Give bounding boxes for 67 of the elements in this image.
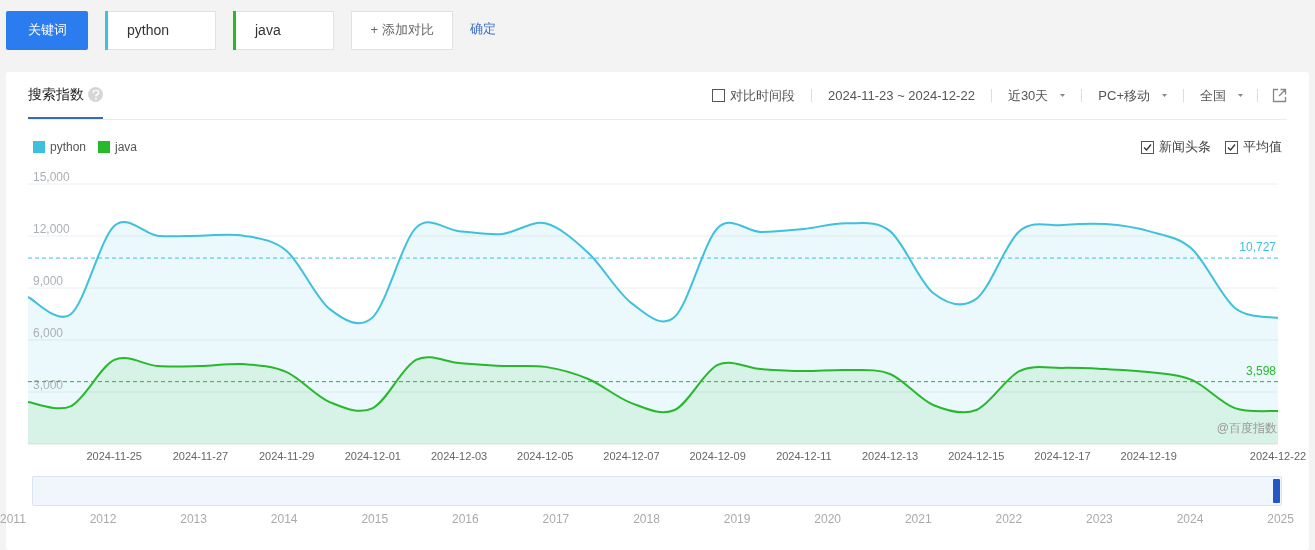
legend-label[interactable]: python — [50, 138, 87, 156]
confirm-link[interactable]: 确定 — [470, 18, 496, 39]
y-axis-label: 3,000 — [33, 378, 64, 392]
legend-label[interactable]: java — [115, 138, 138, 156]
keyword-text: python — [127, 20, 170, 40]
year-label: 2022 — [995, 511, 1023, 528]
option-checkbox[interactable] — [1141, 140, 1154, 154]
keyword-text: java — [255, 20, 281, 40]
x-axis-label: 2024-12-19 — [1120, 450, 1177, 462]
external-link-icon[interactable] — [1272, 88, 1287, 103]
x-axis-label: 2024-12-15 — [948, 450, 1005, 462]
year-label: 2012 — [89, 511, 117, 528]
average-value: 10,727 — [1239, 240, 1276, 255]
compare-checkbox[interactable] — [712, 89, 725, 102]
caret-icon — [1060, 94, 1066, 97]
y-axis-label: 6,000 — [33, 326, 64, 340]
year-label: 2024 — [1176, 511, 1204, 528]
year-label: 2020 — [814, 511, 841, 528]
date-range[interactable]: 2024-11-23 ~ 2024-12-22 — [828, 85, 975, 106]
x-axis-label: 2024-12-05 — [517, 450, 574, 462]
year-label: 2015 — [361, 511, 389, 528]
range-slider[interactable] — [32, 476, 1282, 506]
year-label: 2014 — [270, 511, 298, 528]
caret-icon — [1162, 94, 1167, 97]
x-axis-label: 2024-11-29 — [258, 450, 315, 462]
year-label: 2013 — [180, 511, 207, 528]
year-label: 2016 — [452, 511, 479, 528]
add-compare-button[interactable]: + 添加对比 — [351, 10, 453, 50]
y-axis-label: 12,000 — [33, 222, 70, 236]
keyword-field[interactable]: java — [233, 10, 334, 50]
y-axis-label: 15,000 — [33, 170, 70, 184]
year-label: 2025 — [1267, 511, 1294, 528]
x-axis-label: 2024-12-22 — [1249, 450, 1307, 462]
option-checkbox[interactable] — [1225, 140, 1238, 154]
chart-watermark: @百度指数 — [1216, 420, 1277, 437]
x-axis-label: 2024-11-25 — [86, 450, 142, 462]
x-axis-label: 2024-12-11 — [776, 450, 832, 462]
year-label: 2011 — [0, 511, 26, 528]
year-label: 2017 — [542, 511, 570, 528]
average-value: 3,598 — [1245, 363, 1276, 378]
y-axis-label: 9,000 — [33, 274, 64, 288]
year-label: 2021 — [904, 511, 932, 528]
option-label: 平均值 — [1243, 138, 1282, 157]
type-button[interactable]: 关键词 — [6, 10, 88, 50]
option-label: 新闻头条 — [1159, 138, 1211, 157]
x-axis-label: 2024-12-17 — [1034, 450, 1091, 462]
legend-swatch — [98, 141, 111, 153]
x-axis-label: 2024-12-13 — [861, 450, 919, 462]
dropdown[interactable]: 近30天 — [1007, 85, 1066, 106]
caret-icon — [1238, 94, 1243, 97]
year-label: 2019 — [723, 511, 751, 528]
year-label: 2018 — [633, 511, 660, 528]
tab[interactable]: 搜索指数 — [28, 72, 103, 119]
x-axis-label: 2024-11-27 — [172, 450, 229, 462]
dropdown[interactable]: 全国 — [1200, 85, 1243, 106]
dropdown[interactable]: PC+移动 — [1098, 85, 1167, 106]
x-axis-label: 2024-12-07 — [603, 450, 660, 462]
x-axis-label: 2024-12-09 — [689, 450, 746, 462]
range-handle[interactable] — [1273, 479, 1280, 503]
x-axis-label: 2024-12-01 — [344, 450, 401, 462]
checkmark-icon — [1227, 142, 1236, 152]
keyword-field[interactable]: python — [105, 10, 216, 50]
year-label: 2023 — [1086, 511, 1113, 528]
legend-swatch — [33, 141, 45, 153]
checkmark-icon — [1143, 142, 1152, 152]
compare-period-label: 对比时间段 — [730, 86, 795, 105]
x-axis-label: 2024-12-03 — [430, 450, 488, 462]
